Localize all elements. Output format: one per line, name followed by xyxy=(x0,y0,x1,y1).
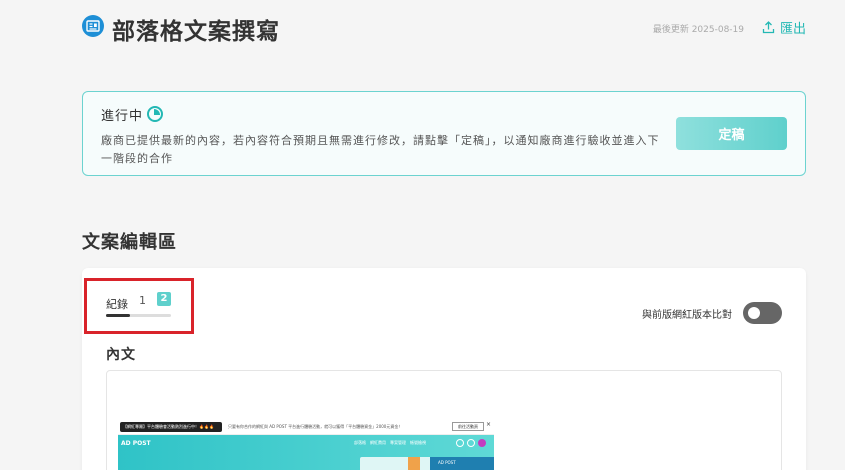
document-icon xyxy=(82,15,104,37)
finalize-button[interactable]: 定稿 xyxy=(676,117,787,150)
record-label: 紀錄 xyxy=(106,298,128,311)
version-tab-1[interactable]: 1 xyxy=(139,294,146,307)
thumb-hero-orange xyxy=(408,457,420,470)
page-header: 部落格文案撰寫 最後更新 2025-08-19 匯出 xyxy=(82,10,806,46)
thumb-nav: 部落格 網紅費用 專案管理 帳號檢視 xyxy=(354,440,426,445)
export-label: 匯出 xyxy=(779,21,806,37)
content-screenshot-image: 【網紅專屬】平台體驗會活動熱烈進行中！🔥🔥🔥 只要有你合作的網紅與 AD POS… xyxy=(118,419,494,470)
thumb-close-icon: × xyxy=(486,421,492,428)
upload-icon xyxy=(762,20,775,33)
export-button[interactable]: 匯出 xyxy=(762,18,806,37)
thumb-announcement-bar: 【網紅專屬】平台體驗會活動熱烈進行中！🔥🔥🔥 只要有你合作的網紅與 AD POS… xyxy=(118,419,494,435)
record-scroll-track[interactable] xyxy=(106,314,171,317)
compare-label: 與前版網紅版本比對 xyxy=(642,310,732,321)
thumb-user-icon xyxy=(467,439,475,447)
thumb-avatar xyxy=(478,439,486,447)
thumb-hero-tag: AD POST xyxy=(438,460,456,465)
page-title: 部落格文案撰寫 xyxy=(112,19,280,45)
thumb-banner-button: 前往活動頁 xyxy=(452,422,484,431)
thumb-hero: AD POST 部落格 網紅費用 專案管理 帳號檢視 AD POST xyxy=(118,435,494,470)
thumb-hero-image: AD POST xyxy=(360,457,494,470)
record-scroll-thumb[interactable] xyxy=(106,314,130,317)
thumb-logo: AD POST xyxy=(121,440,151,447)
toggle-knob xyxy=(748,307,760,319)
thumb-bell-icon xyxy=(456,439,464,447)
progress-clock-icon xyxy=(147,106,163,122)
thumb-banner-text: 只要有你合作的網紅與 AD POST 平台進行體驗活動，就可以獲得「平台體驗資金… xyxy=(228,424,403,429)
last-updated-text: 最後更新 2025-08-19 xyxy=(652,25,744,35)
status-label: 進行中 xyxy=(101,109,144,124)
status-description: 廠商已提供最新的內容，若內容符合預期且無需進行修改，請點擊「定稿」，以通知廠商進… xyxy=(101,134,660,165)
version-tab-2[interactable]: 2 xyxy=(157,292,171,306)
status-card: 進行中 廠商已提供最新的內容，若內容符合預期且無需進行修改，請點擊「定稿」，以通… xyxy=(82,91,806,176)
content-label: 內文 xyxy=(106,347,136,363)
section-title: 文案編輯區 xyxy=(82,232,177,253)
thumb-pill: 【網紅專屬】平台體驗會活動熱烈進行中！🔥🔥🔥 xyxy=(120,422,222,432)
compare-toggle[interactable] xyxy=(743,302,782,324)
